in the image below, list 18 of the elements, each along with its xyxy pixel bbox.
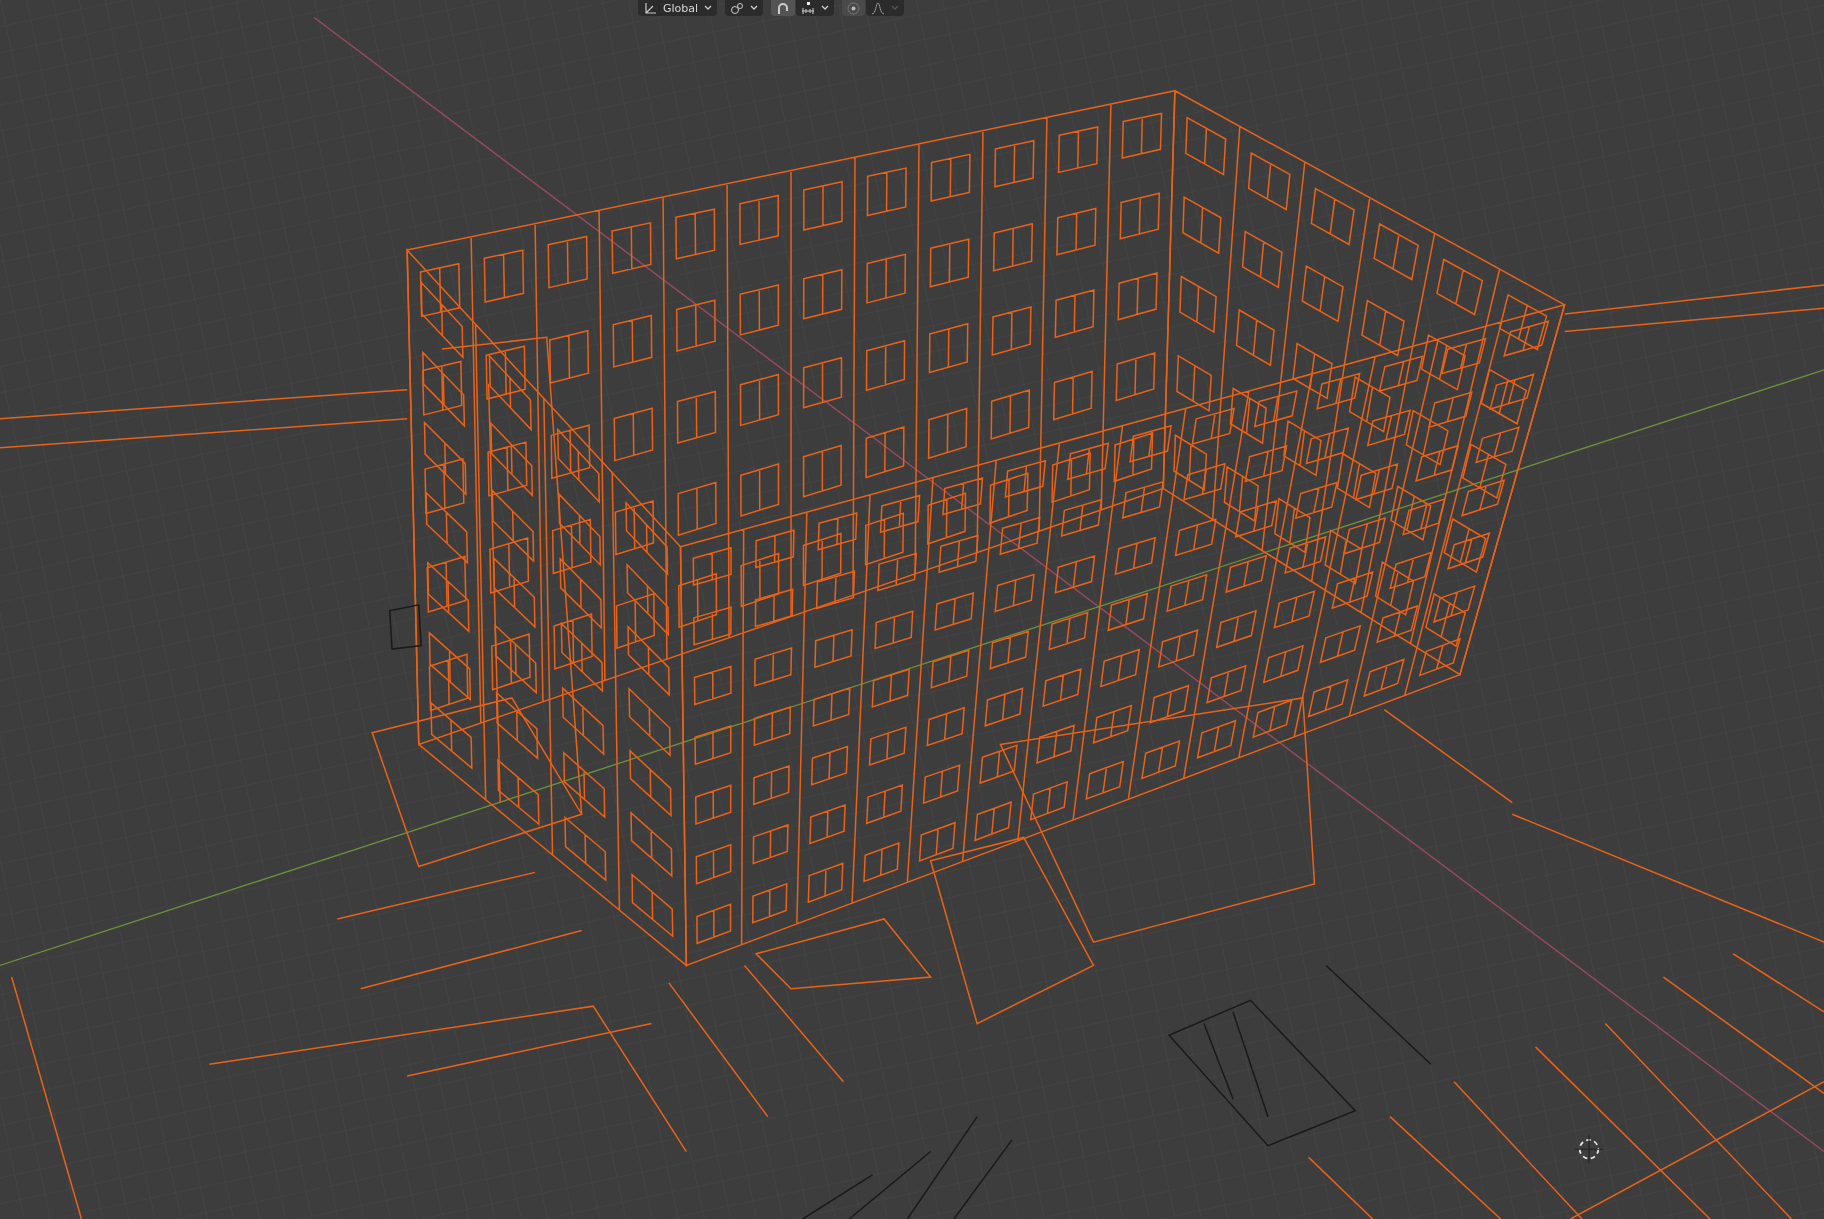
- increment-icon: [801, 1, 816, 15]
- snap-toggle[interactable]: [771, 0, 796, 16]
- falloff-dropdown[interactable]: [866, 0, 905, 16]
- proportional-editing-toggle[interactable]: [842, 0, 866, 16]
- wireframe-object-drawing[interactable]: [388, 603, 1432, 1219]
- 3d-cursor-icon[interactable]: [1574, 1134, 1604, 1164]
- caret-icon: [821, 5, 830, 11]
- target-icon: [847, 1, 861, 15]
- curve-icon: [871, 1, 886, 15]
- pivot-point-dropdown[interactable]: [725, 0, 764, 16]
- magnet-icon: [776, 1, 791, 15]
- snap-target-dropdown[interactable]: [796, 0, 835, 16]
- transform-orientation-dropdown[interactable]: Global: [638, 0, 718, 16]
- caret-icon: [704, 5, 713, 11]
- caret-icon: [891, 5, 900, 11]
- axes-icon: [643, 1, 657, 15]
- link-icon: [730, 1, 745, 15]
- caret-icon: [750, 5, 759, 11]
